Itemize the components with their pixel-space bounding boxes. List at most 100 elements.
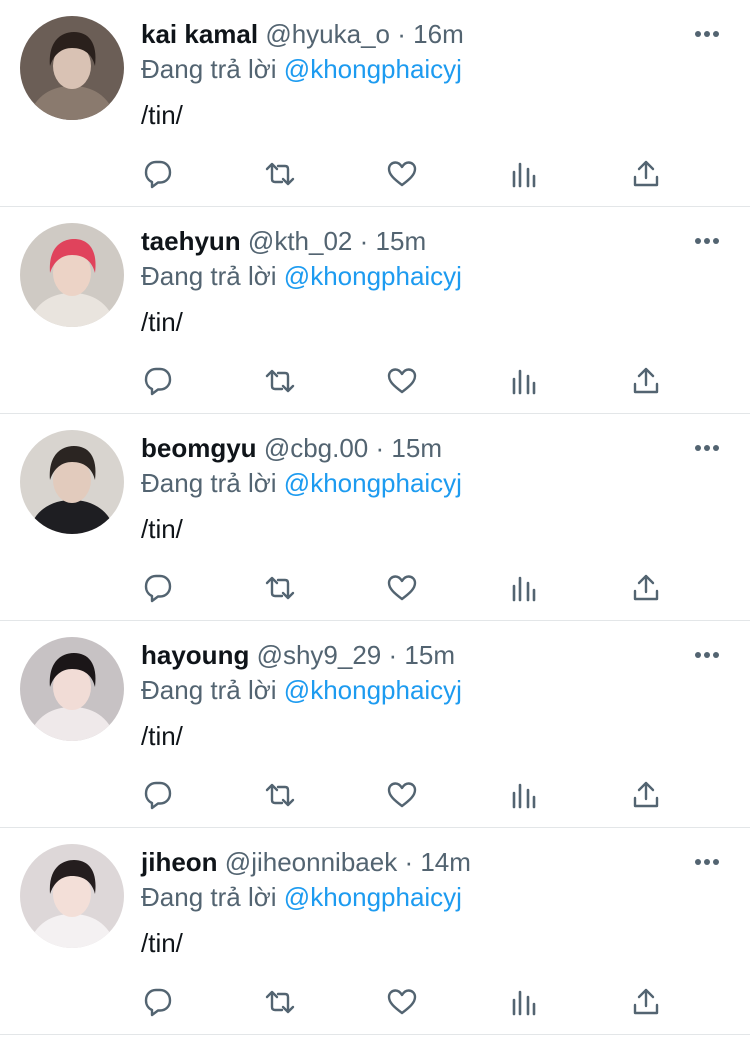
like-button[interactable]: [382, 982, 422, 1022]
share-upload-icon: [633, 781, 659, 808]
replying-to: Đang trả lời @khongphaicyj: [141, 673, 462, 707]
more-dots-icon[interactable]: [694, 436, 720, 460]
tweet-text: /tin/: [141, 100, 183, 130]
mention-link[interactable]: @khongphaicyj: [284, 54, 462, 84]
more-dots-icon[interactable]: [694, 22, 720, 46]
tweet-text: /tin/: [141, 307, 183, 337]
timestamp[interactable]: 15m: [391, 433, 442, 463]
like-button[interactable]: [382, 154, 422, 194]
share-button[interactable]: [626, 361, 666, 401]
retweet-button[interactable]: [260, 361, 300, 401]
reply-button[interactable]: [138, 361, 178, 401]
replying-to: Đang trả lời @khongphaicyj: [141, 880, 462, 914]
tweet-text: /tin/: [141, 928, 183, 958]
share-button[interactable]: [626, 568, 666, 608]
user-handle[interactable]: @cbg.00: [264, 433, 368, 463]
reply-bubble-icon: [144, 160, 172, 189]
heart-icon: [387, 575, 417, 601]
avatar-image: [20, 637, 124, 741]
display-name[interactable]: kai kamal: [141, 19, 258, 49]
replying-to-label: Đang trả lời: [141, 54, 277, 84]
reply-button[interactable]: [138, 982, 178, 1022]
user-handle[interactable]: @kth_02: [248, 226, 352, 256]
view-stats-button[interactable]: [504, 154, 544, 194]
mention-link[interactable]: @khongphaicyj: [284, 675, 462, 705]
share-button[interactable]: [626, 775, 666, 815]
tweet-header: hayoung @shy9_29 · 15m: [141, 638, 455, 672]
tweet[interactable]: taehyun @kth_02 · 15m Đang trả lời @khon…: [0, 207, 750, 414]
reply-button[interactable]: [138, 775, 178, 815]
avatar[interactable]: [20, 430, 124, 534]
heart-icon: [387, 161, 417, 187]
view-stats-button[interactable]: [504, 361, 544, 401]
retweet-icon: [265, 369, 295, 393]
analytics-bars-icon: [512, 990, 536, 1016]
tweet-actions: [0, 154, 750, 194]
share-button[interactable]: [626, 982, 666, 1022]
retweet-button[interactable]: [260, 154, 300, 194]
tweet[interactable]: beomgyu @cbg.00 · 15m Đang trả lời @khon…: [0, 414, 750, 621]
display-name[interactable]: beomgyu: [141, 433, 257, 463]
replying-to: Đang trả lời @khongphaicyj: [141, 466, 462, 500]
heart-icon: [387, 368, 417, 394]
like-button[interactable]: [382, 361, 422, 401]
tweet-text: /tin/: [141, 721, 183, 751]
tweet[interactable]: hayoung @shy9_29 · 15m Đang trả lời @kho…: [0, 621, 750, 828]
reply-button[interactable]: [138, 154, 178, 194]
retweet-button[interactable]: [260, 568, 300, 608]
share-upload-icon: [633, 160, 659, 187]
mention-link[interactable]: @khongphaicyj: [284, 882, 462, 912]
tweet-text: /tin/: [141, 514, 183, 544]
retweet-icon: [265, 576, 295, 600]
reply-bubble-icon: [144, 574, 172, 603]
retweet-button[interactable]: [260, 982, 300, 1022]
tweet-actions: [0, 775, 750, 815]
display-name[interactable]: hayoung: [141, 640, 249, 670]
timestamp[interactable]: 15m: [404, 640, 455, 670]
retweet-icon: [265, 162, 295, 186]
like-button[interactable]: [382, 775, 422, 815]
retweet-button[interactable]: [260, 775, 300, 815]
share-upload-icon: [633, 367, 659, 394]
avatar[interactable]: [20, 844, 124, 948]
more-dots-icon[interactable]: [694, 643, 720, 667]
retweet-icon: [265, 990, 295, 1014]
user-handle[interactable]: @hyuka_o: [265, 19, 390, 49]
separator-dot: ·: [397, 19, 406, 49]
avatar[interactable]: [20, 637, 124, 741]
avatar-image: [20, 844, 124, 948]
like-button[interactable]: [382, 568, 422, 608]
mention-link[interactable]: @khongphaicyj: [284, 261, 462, 291]
tweet-header: beomgyu @cbg.00 · 15m: [141, 431, 442, 465]
user-handle[interactable]: @shy9_29: [257, 640, 382, 670]
view-stats-button[interactable]: [504, 982, 544, 1022]
tweet[interactable]: kai kamal @hyuka_o · 16m Đang trả lời @k…: [0, 0, 750, 207]
share-button[interactable]: [626, 154, 666, 194]
timestamp[interactable]: 15m: [376, 226, 427, 256]
avatar[interactable]: [20, 16, 124, 120]
timestamp[interactable]: 16m: [413, 19, 464, 49]
avatar[interactable]: [20, 223, 124, 327]
reply-button[interactable]: [138, 568, 178, 608]
tweet[interactable]: jiheon @jiheonnibaek · 14m Đang trả lời …: [0, 828, 750, 1035]
share-upload-icon: [633, 988, 659, 1015]
more-dots-icon[interactable]: [694, 850, 720, 874]
replying-to: Đang trả lời @khongphaicyj: [141, 52, 462, 86]
tweet-header: jiheon @jiheonnibaek · 14m: [141, 845, 471, 879]
display-name[interactable]: taehyun: [141, 226, 241, 256]
user-handle[interactable]: @jiheonnibaek: [225, 847, 397, 877]
more-dots-icon[interactable]: [694, 229, 720, 253]
display-name[interactable]: jiheon: [141, 847, 218, 877]
view-stats-button[interactable]: [504, 568, 544, 608]
tweet-actions: [0, 568, 750, 608]
tweet-actions: [0, 361, 750, 401]
mention-link[interactable]: @khongphaicyj: [284, 468, 462, 498]
replying-to-label: Đang trả lời: [141, 261, 277, 291]
tweet-feed: kai kamal @hyuka_o · 16m Đang trả lời @k…: [0, 0, 750, 1035]
view-stats-button[interactable]: [504, 775, 544, 815]
timestamp[interactable]: 14m: [420, 847, 471, 877]
avatar-image: [20, 223, 124, 327]
separator-dot: ·: [359, 226, 369, 256]
separator-dot: ·: [404, 847, 414, 877]
reply-bubble-icon: [144, 988, 172, 1017]
